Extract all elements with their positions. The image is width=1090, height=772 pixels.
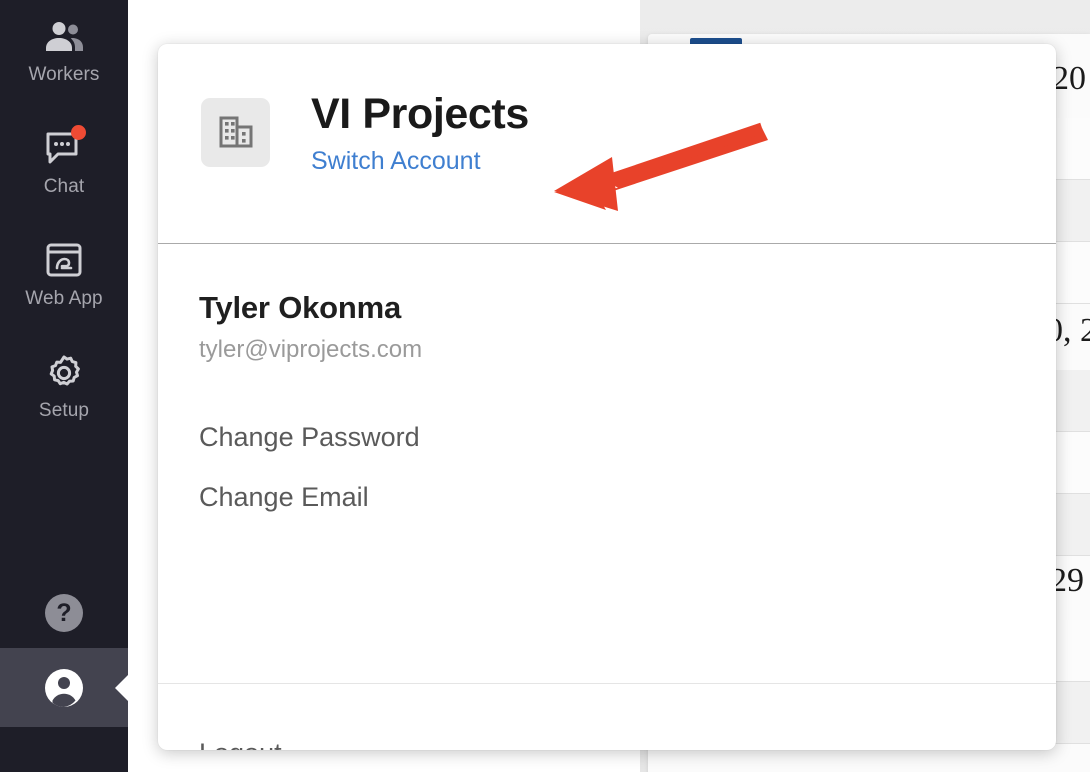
account-popup: VI Projects Switch Account Tyler Okonma … <box>158 44 1056 750</box>
sidebar-item-label: Chat <box>43 176 85 197</box>
chat-icon <box>41 125 87 172</box>
sidebar-item-account[interactable] <box>0 648 129 727</box>
menu-item-change-password[interactable]: Change Password <box>199 422 1056 453</box>
organization-text-block: VI Projects Switch Account <box>311 89 529 176</box>
popup-user-section: Tyler Okonma tyler@viprojects.com Change… <box>158 244 1056 683</box>
gear-icon <box>41 350 87 396</box>
sidebar-item-help[interactable]: ? <box>0 580 128 648</box>
popup-logout-section: Logout <box>158 684 1056 750</box>
background-text-fragment: 20 <box>1052 60 1086 97</box>
sidebar-item-label: Web App <box>25 288 103 309</box>
menu-item-logout[interactable]: Logout <box>199 738 1056 750</box>
popup-organization-header: VI Projects Switch Account <box>158 44 1056 243</box>
sidebar-item-label: Setup <box>38 400 90 421</box>
sidebar-item-label: Workers <box>28 64 100 85</box>
popup-section-spacer <box>199 513 1056 683</box>
screen-root: 20 0, 2 29 Workers Chat Web App Setup ? … <box>0 0 1090 772</box>
popup-pointer-caret <box>115 673 129 702</box>
left-sidebar: Workers Chat Web App Setup ? <box>0 0 129 772</box>
sidebar-item-chat[interactable]: Chat <box>0 116 128 206</box>
sidebar-item-setup[interactable]: Setup <box>0 340 128 430</box>
sidebar-item-workers[interactable]: Workers <box>0 4 128 94</box>
user-name: Tyler Okonma <box>199 290 402 325</box>
user-email: tyler@viprojects.com <box>199 336 423 363</box>
menu-item-change-email[interactable]: Change Email <box>199 482 1056 513</box>
sidebar-item-web-app[interactable]: Web App <box>0 228 128 318</box>
building-icon <box>201 98 270 167</box>
switch-account-link[interactable]: Switch Account <box>311 147 481 176</box>
account-avatar-icon <box>41 665 87 711</box>
organization-name: VI Projects <box>311 90 529 138</box>
web-app-icon <box>41 238 87 284</box>
chat-unread-badge <box>71 125 86 140</box>
workers-icon <box>41 14 87 60</box>
help-icon: ? <box>45 594 83 632</box>
